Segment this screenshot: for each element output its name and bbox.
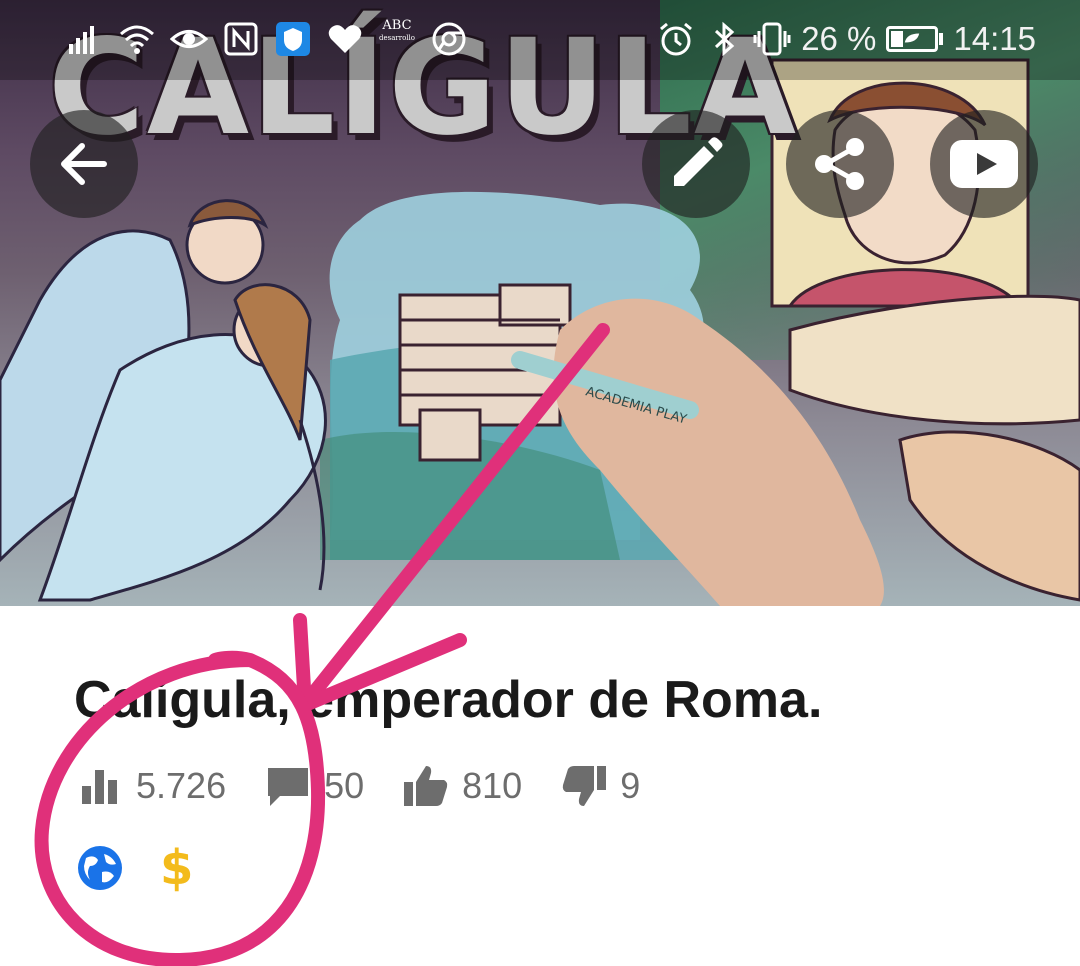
dislikes-count: 9 [620,765,641,806]
vibrate-icon [753,20,791,58]
views-stat: 5.726 [76,762,226,810]
video-badges: $ [76,844,193,892]
comments-count: 50 [324,765,365,806]
battery-percent: 26 % [801,20,877,57]
comments-stat[interactable]: 50 [264,762,364,810]
status-time: 14:15 [953,20,1036,57]
signal-icon [66,20,104,58]
back-button[interactable] [30,110,138,218]
wifi-icon [118,20,156,58]
video-thumbnail[interactable]: ACADEMIA PLAY CALÍGULA [0,0,1080,606]
share-icon [815,138,864,190]
status-left-icons: ABC desarrollo [66,18,468,58]
arrow-back-icon [61,143,107,185]
video-stats: 5.726 50 810 9 [76,762,678,810]
likes-stat[interactable]: 810 [402,762,522,810]
abc-sublabel: desarrollo [379,34,415,42]
chrome-icon [430,20,468,58]
heart-icon [326,20,364,58]
youtube-button[interactable] [930,110,1038,218]
globe-icon [76,844,124,892]
battery-fill [891,31,904,47]
alarm-icon [657,20,695,58]
bluetooth-icon [705,20,743,58]
bar-chart-icon [76,762,124,810]
edit-button[interactable] [642,110,750,218]
comment-icon [264,762,312,810]
pencil-icon [674,137,723,186]
video-title: Calígula, emperador de Roma. [74,671,823,729]
abc-label: ABC [382,18,412,33]
status-right-icons: 26 % 14:15 [657,20,1036,58]
dislikes-stat[interactable]: 9 [560,762,640,810]
youtube-icon [950,140,1018,188]
figures-drawing [0,199,327,602]
eye-icon [170,20,208,58]
thumbs-up-icon [402,762,450,810]
shield-app-icon [274,20,312,58]
monetized-icon: $ [160,840,194,896]
likes-count: 810 [462,765,523,806]
views-count: 5.726 [136,765,227,806]
nfc-icon [222,20,260,58]
share-button[interactable] [786,110,894,218]
battery-icon [886,26,944,52]
status-bar: ABC desarrollo 26 % 14:15 [0,0,1080,80]
abc-app-icon: ABC desarrollo [378,18,416,58]
thumbs-down-icon [560,762,608,810]
